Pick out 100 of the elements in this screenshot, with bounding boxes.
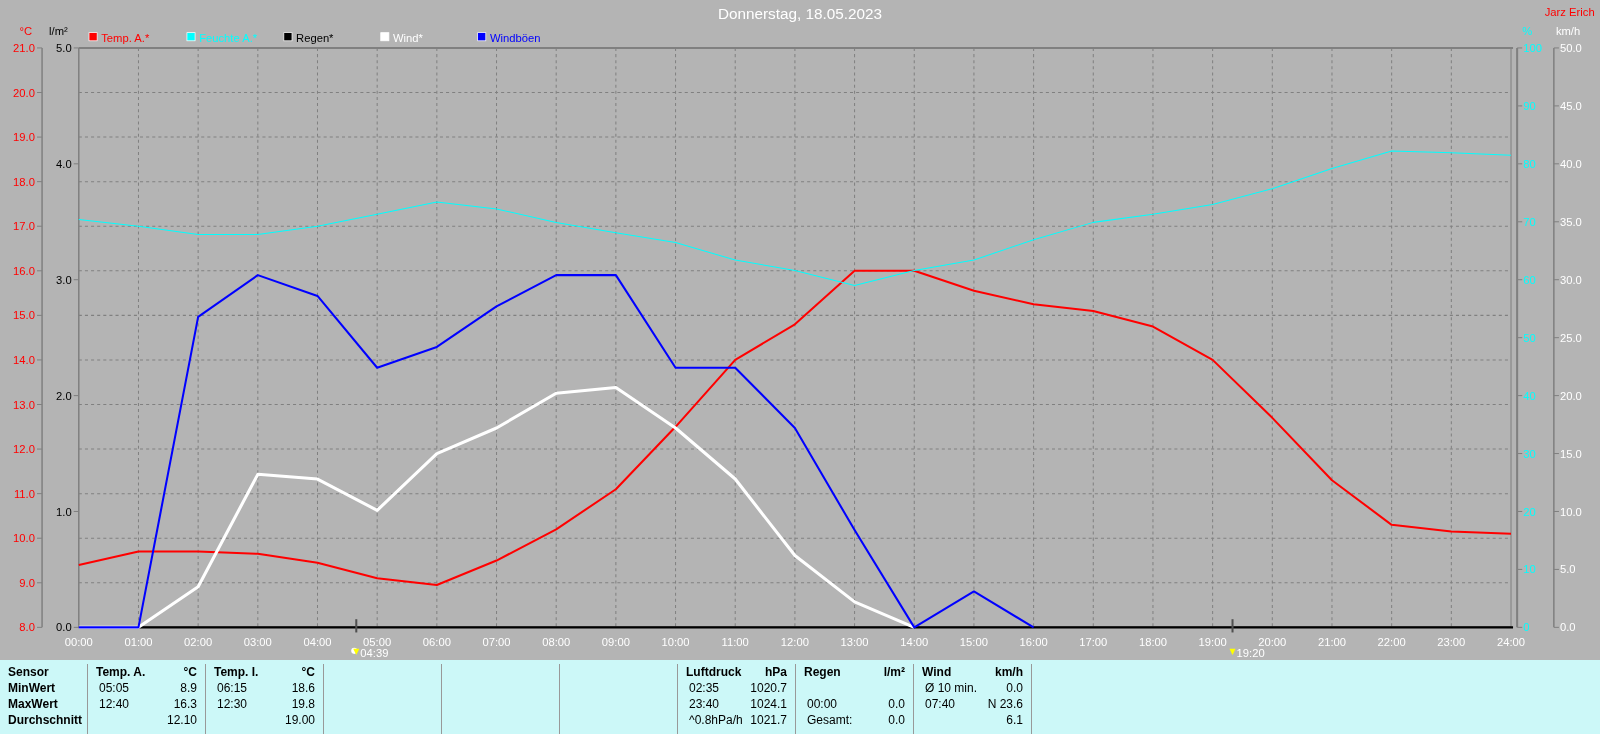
- table-cell-text: Ø 10 min.: [924, 680, 978, 696]
- axis-tick-label: 19:00: [1198, 635, 1227, 648]
- table-cell-text: 06:15: [216, 680, 248, 696]
- axis-tick-label: 5.0: [56, 42, 72, 54]
- axis-tick-label: 0.0: [1559, 621, 1576, 634]
- table-cell: 19.00: [284, 712, 315, 728]
- axis-unit: km/h: [1555, 24, 1581, 37]
- table-cell-text: 05:05: [98, 680, 130, 696]
- row-label: MinWert: [8, 680, 57, 696]
- legend-label: Feuchte A.*: [199, 31, 258, 44]
- axis-tick-label: 20: [1523, 505, 1536, 518]
- axis-tick-label: 06:00: [422, 635, 451, 648]
- axis-tick-label: 07:00: [482, 635, 511, 648]
- axis-tick-label: 09:00: [601, 635, 630, 648]
- table-cell: 0.0: [888, 696, 905, 712]
- axis-tick-label: 21:00: [1317, 635, 1346, 648]
- column-header: Wind: [922, 664, 952, 680]
- axis-tick-label: 05:00: [363, 635, 392, 648]
- table-cell: N 23.6: [987, 696, 1023, 712]
- axis-tick-label: 4.0: [56, 157, 72, 170]
- axis-tick-label: 11:00: [721, 635, 749, 648]
- axis-tick-label: 16:00: [1019, 635, 1048, 648]
- axis-tick-label: 9.0: [19, 576, 35, 589]
- unit-label: l/m²: [883, 664, 905, 680]
- axis-unit: l/m²: [49, 24, 68, 37]
- sunset-icon: [1229, 648, 1236, 655]
- table-cell: 1021.7: [750, 712, 787, 728]
- table-cell-text: 12:40: [98, 696, 130, 712]
- table-cell-text: 23:40: [688, 696, 720, 712]
- legend-label: Regen*: [296, 31, 334, 44]
- table-cell-text: ^0.8hPa/h: [688, 712, 743, 728]
- column-header: Luftdruck: [686, 664, 742, 680]
- legend-label: Wind*: [393, 31, 423, 44]
- column-header: Temp. I.: [214, 664, 259, 680]
- row-label: Durchschnitt: [8, 712, 83, 728]
- axis-tick-label: 20:00: [1258, 635, 1287, 648]
- axis-tick-label: 15:00: [959, 635, 988, 648]
- table-cell: 8.9: [180, 680, 197, 696]
- column-header: Regen: [804, 664, 841, 680]
- axis-tick-label: 25.0: [1559, 331, 1582, 344]
- table-cell: 16.3: [173, 696, 197, 712]
- table-cell: 1020.7: [750, 680, 787, 696]
- axis-tick-label: 90: [1523, 99, 1536, 112]
- table-cell-text: 00:00: [806, 696, 838, 712]
- axis-tick-label: 70: [1523, 215, 1536, 228]
- axis-tick-label: 17:00: [1079, 635, 1108, 648]
- axis-tick-label: 13:00: [840, 635, 869, 648]
- axis-tick-label: 0: [1523, 621, 1530, 634]
- table-cell-text: Gesamt:: [806, 712, 853, 728]
- table-cell-text: 12:30: [216, 696, 248, 712]
- axis-tick-label: 20.0: [1559, 389, 1582, 402]
- table-cell: 18.6: [291, 680, 315, 696]
- table-cell-text: 07:40: [924, 696, 956, 712]
- table-cell: 12.10: [166, 712, 197, 728]
- unit-label: km/h: [995, 664, 1023, 680]
- axis-tick-label: 20.0: [13, 86, 35, 99]
- row-label: MaxWert: [8, 696, 59, 712]
- axis-tick-label: 08:00: [542, 635, 571, 648]
- unit-label: °C: [301, 664, 315, 680]
- axis-tick-label: 50: [1523, 331, 1536, 344]
- axis-tick-label: 14.0: [13, 354, 35, 366]
- axis-tick-label: 04:00: [303, 635, 332, 648]
- sunrise-icon: [351, 647, 360, 655]
- axis-tick-label: 22:00: [1377, 635, 1406, 648]
- axis-tick-label: 18:00: [1138, 635, 1167, 648]
- unit-label: °C: [183, 664, 197, 680]
- table-cell: 19.8: [291, 696, 315, 712]
- axis-unit: %: [1522, 24, 1533, 37]
- axis-tick-label: 16.0: [13, 264, 35, 277]
- axis-tick-label: 17.0: [13, 220, 35, 233]
- axis-tick-label: 11.0: [13, 487, 35, 500]
- unit-label: hPa: [765, 664, 787, 680]
- axis-tick-label: 15.0: [1559, 447, 1582, 460]
- table-cell: 0.0: [888, 712, 905, 728]
- axis-tick-label: 30.0: [1559, 273, 1582, 286]
- axis-tick-label: 3.0: [56, 273, 72, 286]
- axis-tick-label: 1.0: [56, 505, 72, 518]
- sun-time-label: 04:39: [360, 646, 389, 659]
- axis-tick-label: 30: [1523, 447, 1536, 460]
- axis-tick-label: 10: [1523, 563, 1536, 576]
- axis-tick-label: 35.0: [1559, 215, 1582, 228]
- axis-tick-label: 0.0: [56, 621, 72, 634]
- axis-tick-label: 100: [1523, 42, 1542, 54]
- axis-tick-label: 23:00: [1437, 635, 1466, 648]
- axis-tick-label: 2.0: [56, 389, 72, 402]
- table-cell: 1024.1: [750, 696, 787, 712]
- axis-tick-label: 00:00: [64, 635, 93, 648]
- table-cell: 0.0: [1006, 680, 1023, 696]
- axis-tick-label: 21.0: [13, 42, 35, 54]
- axis-tick-label: 45.0: [1559, 99, 1582, 112]
- axis-tick-label: 80: [1523, 157, 1536, 170]
- axis-tick-label: 40.0: [1559, 157, 1582, 170]
- axis-unit: °C: [19, 24, 33, 37]
- axis-tick-label: 13.0: [13, 398, 35, 411]
- axis-tick-label: 24:00: [1496, 635, 1526, 648]
- axis-tick-label: 01:00: [124, 635, 153, 648]
- axis-tick-label: 14:00: [900, 635, 929, 648]
- axis-tick-label: 02:00: [184, 635, 213, 648]
- column-header: Temp. A.: [96, 664, 146, 680]
- axis-tick-label: 12.0: [13, 443, 35, 456]
